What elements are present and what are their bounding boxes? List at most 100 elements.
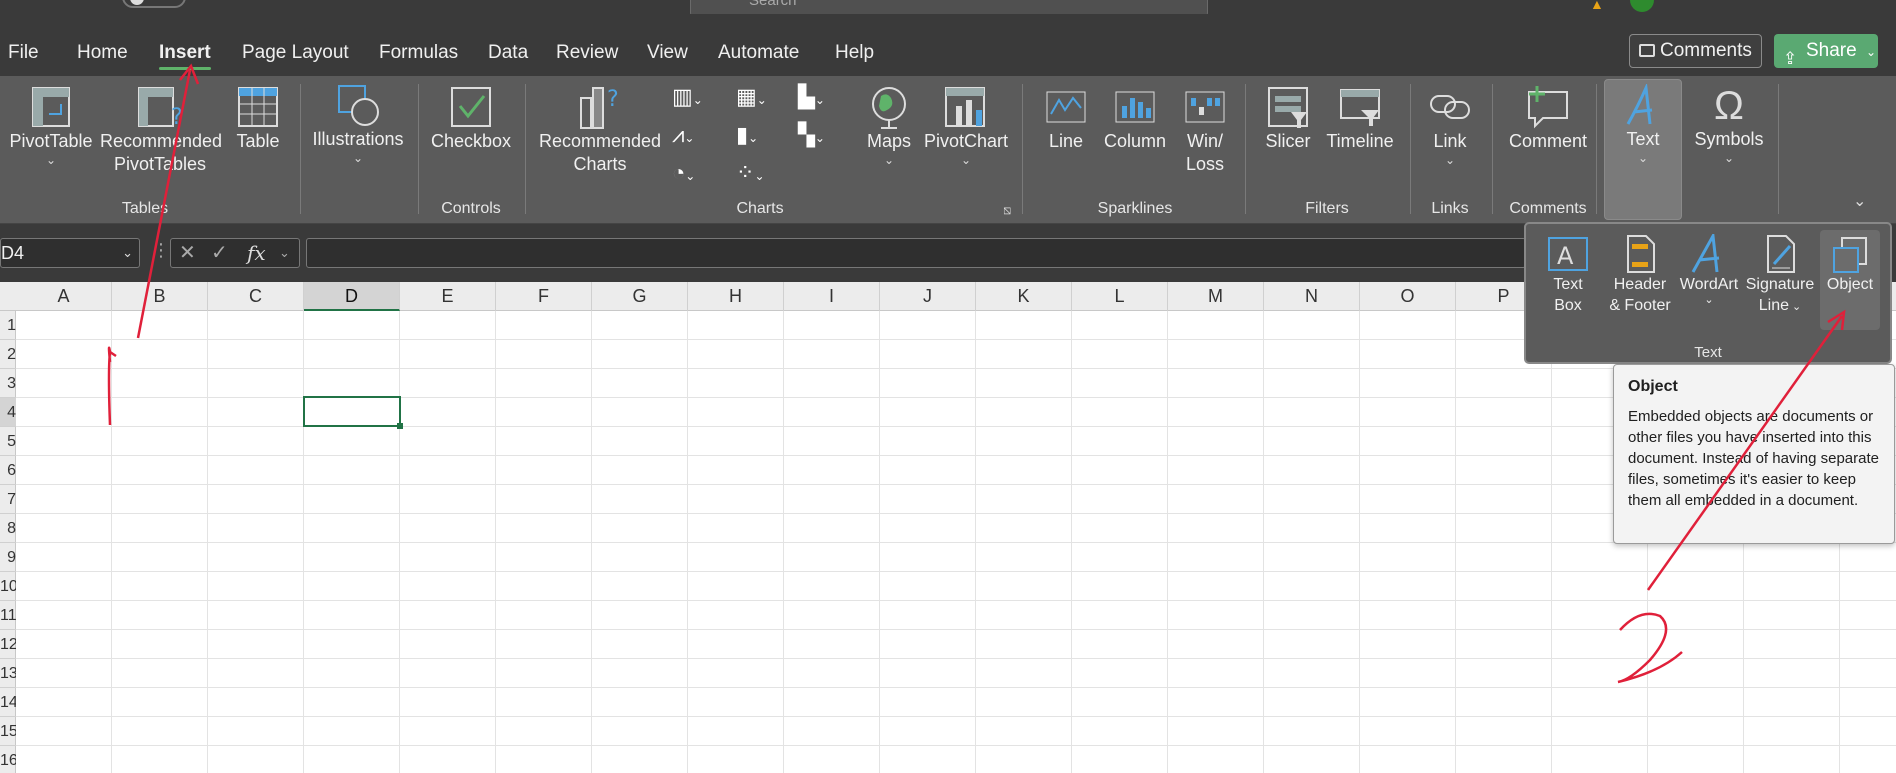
warning-icon[interactable]: ▲ [1590, 0, 1604, 12]
row-header-2[interactable]: 2 [0, 340, 16, 369]
divider [1778, 84, 1779, 214]
ribbon-tab-bar: File Home Insert Page Layout Formulas Da… [0, 14, 1896, 76]
column-header-k[interactable]: K [976, 282, 1072, 311]
text-dropdown-panel: A Text Box Header & Footer WordArt ⌄ Sig… [1524, 222, 1892, 364]
column-chart-icon[interactable]: ▥⌄ [672, 84, 703, 110]
formula-input[interactable] [306, 238, 1526, 268]
header-footer-icon [1627, 235, 1655, 273]
column-header-l[interactable]: L [1072, 282, 1168, 311]
row-header-12[interactable]: 12 [0, 630, 16, 659]
slicer-button[interactable]: Slicer [1258, 84, 1318, 153]
pie-chart-icon[interactable]: ◔⌄ [672, 160, 695, 186]
row-header-8[interactable]: 8 [0, 514, 16, 543]
pivottable-icon [32, 87, 70, 127]
statistic-chart-icon[interactable]: ▮⌄ [736, 122, 758, 148]
ribbon-collapse-chevron-icon[interactable]: ⌄ [1853, 191, 1866, 211]
sparkline-column-button[interactable]: Column [1100, 84, 1170, 153]
text-panel-group-label: Text [1694, 344, 1722, 361]
maps-button[interactable]: Maps ⌄ [858, 84, 920, 167]
column-header-e[interactable]: E [400, 282, 496, 311]
row-header-4[interactable]: 4 [0, 398, 16, 427]
column-header-c[interactable]: C [208, 282, 304, 311]
row-header-16[interactable]: 16 [0, 746, 16, 773]
column-header-n[interactable]: N [1264, 282, 1360, 311]
text-box-button[interactable]: A Text Box [1538, 234, 1598, 316]
row-header-7[interactable]: 7 [0, 485, 16, 514]
charts-dialog-launcher-icon[interactable]: ⧅ [1003, 202, 1011, 218]
enter-check-icon[interactable]: ✓ [211, 239, 228, 267]
selected-cell-d4[interactable] [303, 396, 403, 429]
recommended-pivottables-icon: ? [138, 87, 183, 130]
row-header-9[interactable]: 9 [0, 543, 16, 572]
row-header-5[interactable]: 5 [0, 427, 16, 456]
divider [1492, 84, 1493, 214]
column-header-a[interactable]: A [16, 282, 112, 311]
group-label-sparklines: Sparklines [1097, 200, 1173, 217]
row-header-6[interactable]: 6 [0, 456, 16, 485]
share-button[interactable]: ⇪ Share ⌄ [1774, 34, 1878, 68]
symbols-button[interactable]: Ω Symbols ⌄ [1686, 84, 1772, 165]
row-header-11[interactable]: 11 [0, 601, 16, 630]
text-a-icon [1626, 84, 1653, 125]
object-button[interactable]: Object [1820, 230, 1880, 330]
tab-page-layout[interactable]: Page Layout [242, 42, 349, 64]
sparkline-winloss-button[interactable]: Win/ Loss [1178, 84, 1232, 176]
column-header-o[interactable]: O [1360, 282, 1456, 311]
pivotchart-button[interactable]: PivotChart ⌄ [924, 84, 1008, 167]
name-box[interactable]: D4 ⌄ [0, 238, 140, 268]
row-header-15[interactable]: 15 [0, 717, 16, 746]
column-header-g[interactable]: G [592, 282, 688, 311]
column-header-j[interactable]: J [880, 282, 976, 311]
row-header-1[interactable]: 1 [0, 311, 16, 340]
tab-formulas[interactable]: Formulas [379, 42, 458, 64]
column-header-f[interactable]: F [496, 282, 592, 311]
signature-line-button[interactable]: Signature Line ⌄ [1744, 234, 1816, 318]
row-header-3[interactable]: 3 [0, 369, 16, 398]
row-header-14[interactable]: 14 [0, 688, 16, 717]
column-header-b[interactable]: B [112, 282, 208, 311]
row-header-13[interactable]: 13 [0, 659, 16, 688]
header-footer-button[interactable]: Header & Footer [1602, 234, 1678, 316]
tab-review[interactable]: Review [556, 42, 618, 64]
pivottable-button[interactable]: PivotTable ⌄ [8, 84, 94, 167]
tab-help[interactable]: Help [835, 42, 874, 64]
cancel-icon[interactable]: ✕ [179, 239, 196, 267]
waterfall-chart-icon[interactable]: ▙⌄ [798, 84, 825, 110]
row-headers: 1 2 3 4 5 6 7 8 9 10 11 12 13 14 15 16 [0, 311, 16, 773]
autosave-toggle[interactable] [122, 0, 186, 8]
object-icon [1833, 237, 1867, 273]
comments-button[interactable]: Comments [1629, 34, 1762, 68]
tab-data[interactable]: Data [488, 42, 528, 64]
tab-insert[interactable]: Insert [159, 42, 211, 70]
recommended-charts-button[interactable]: ? Recommended Charts [538, 84, 662, 176]
avatar[interactable] [1630, 0, 1654, 12]
hierarchy-chart-icon[interactable]: ▦⌄ [736, 84, 767, 110]
checkbox-button[interactable]: Checkbox [428, 84, 514, 153]
formula-buttons: ✕ ✓ fx ⌄ [170, 238, 300, 268]
tab-home[interactable]: Home [77, 42, 128, 64]
illustrations-button[interactable]: Illustrations ⌄ [310, 84, 406, 165]
scatter-chart-icon[interactable]: ⁘⌄ [736, 160, 765, 186]
column-header-d[interactable]: D [304, 282, 400, 311]
row-header-10[interactable]: 10 [0, 572, 16, 601]
timeline-button[interactable]: Timeline [1322, 84, 1398, 153]
line-chart-icon[interactable]: ⩘⌄ [672, 122, 694, 148]
table-button[interactable]: Table [230, 84, 286, 153]
combo-chart-icon[interactable]: ▚⌄ [798, 122, 825, 148]
tab-automate[interactable]: Automate [718, 42, 799, 64]
column-header-h[interactable]: H [688, 282, 784, 311]
wordart-button[interactable]: WordArt ⌄ [1674, 234, 1744, 306]
new-comment-button[interactable]: Comment [1504, 84, 1592, 153]
chevron-down-icon[interactable]: ⌄ [279, 239, 290, 267]
divider [525, 84, 526, 214]
tab-file[interactable]: File [8, 42, 39, 64]
column-header-i[interactable]: I [784, 282, 880, 311]
group-label-comments: Comments [1509, 200, 1587, 217]
text-button[interactable]: Text ⌄ [1604, 84, 1682, 165]
column-header-m[interactable]: M [1168, 282, 1264, 311]
sparkline-line-button[interactable]: Line [1036, 84, 1096, 153]
recommended-pivottables-button[interactable]: ? Recommended PivotTables [100, 84, 222, 176]
link-button[interactable]: Link ⌄ [1420, 84, 1480, 167]
insert-function-icon[interactable]: fx [247, 239, 266, 267]
tab-view[interactable]: View [647, 42, 688, 64]
